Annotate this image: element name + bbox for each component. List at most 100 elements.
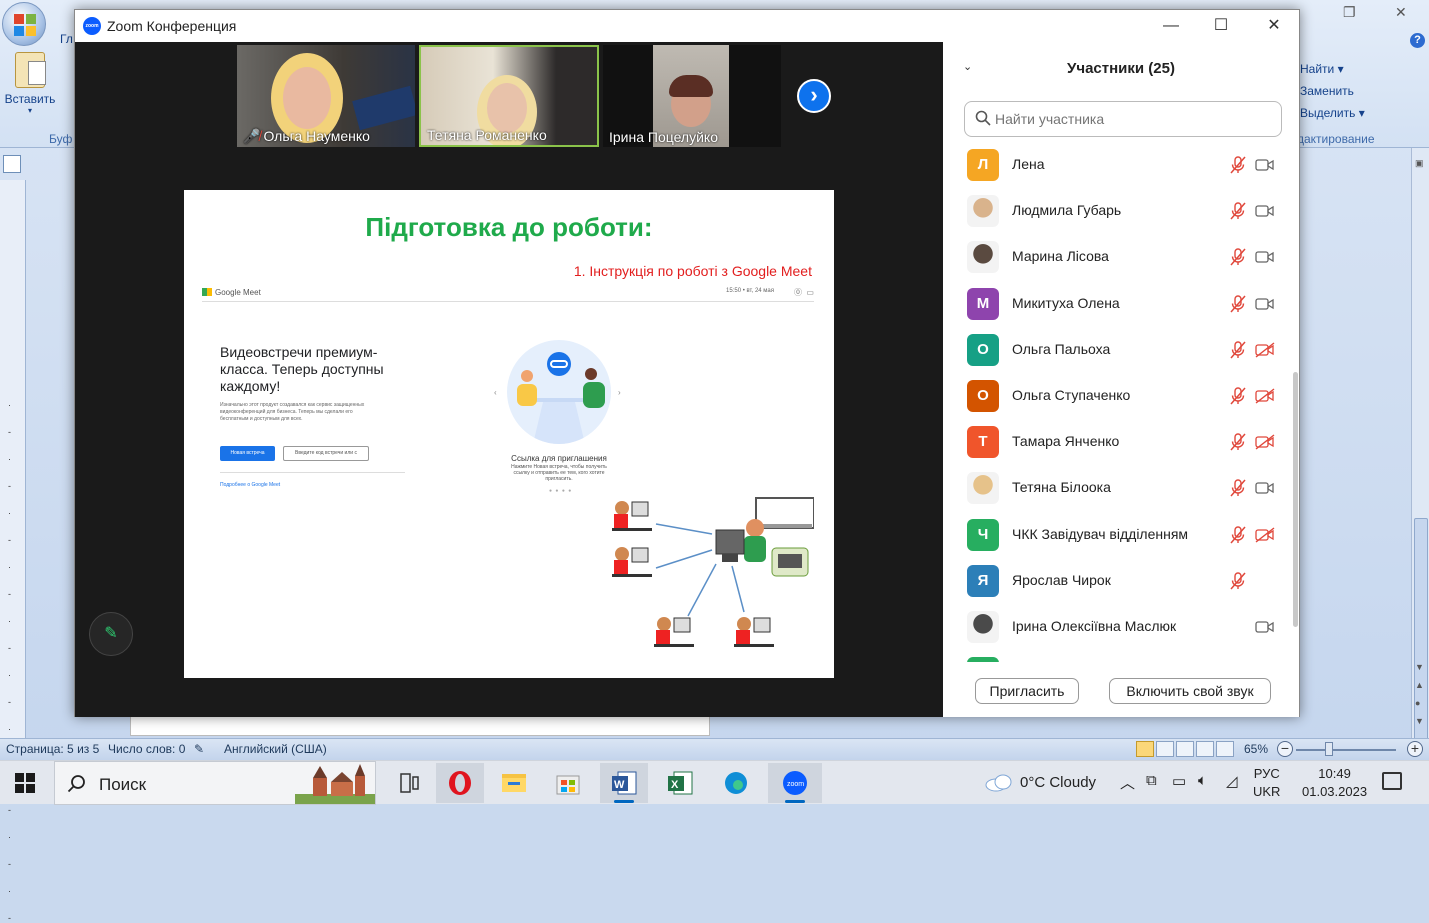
muted-mic-icon[interactable]: [1229, 572, 1247, 590]
video-camera-icon[interactable]: [1255, 249, 1275, 265]
muted-mic-icon[interactable]: [1229, 479, 1247, 497]
clock[interactable]: 10:49 01.03.2023: [1302, 765, 1367, 801]
select-button[interactable]: Выделить ▾: [1300, 102, 1365, 124]
weather-cloud-icon[interactable]: [984, 772, 1014, 792]
student-desk-4: [734, 617, 774, 647]
word-close-icon[interactable]: ✕: [1395, 4, 1407, 21]
maximize-icon[interactable]: ☐: [1198, 14, 1244, 38]
next-page-arrow-icon[interactable]: ›: [797, 79, 831, 113]
weather-text[interactable]: 0°C Cloudy: [1020, 774, 1096, 791]
muted-mic-icon[interactable]: [1229, 248, 1247, 266]
tray-overflow-icon[interactable]: ︿: [1120, 772, 1135, 793]
participant-row[interactable]: Марина Лісова: [943, 234, 1283, 280]
help-icon[interactable]: ?: [1410, 33, 1425, 48]
video-off-icon[interactable]: [1255, 388, 1275, 404]
scroll-down-icon[interactable]: ▼: [1415, 662, 1424, 672]
video-off-icon[interactable]: [1255, 434, 1275, 450]
participant-list-scrollbar[interactable]: [1293, 372, 1298, 627]
edge-icon[interactable]: [712, 763, 760, 803]
next-page-icon[interactable]: ▼: [1415, 716, 1424, 726]
video-tile[interactable]: Ірина Поцелуйко: [603, 45, 781, 147]
office-button[interactable]: [2, 2, 46, 46]
participant-search-box[interactable]: [964, 101, 1282, 137]
video-off-icon[interactable]: [1255, 342, 1275, 358]
ruler-tick: -: [8, 859, 11, 869]
video-camera-icon[interactable]: [1255, 157, 1275, 173]
video-tile[interactable]: 🎤̸ Ольга Науменко: [237, 45, 415, 147]
invite-button[interactable]: Пригласить: [975, 678, 1079, 704]
participant-row[interactable]: О Ольга Пальоха: [943, 327, 1283, 373]
zoom-slider-knob[interactable]: [1325, 742, 1333, 756]
outline-button[interactable]: [1196, 741, 1214, 757]
file-explorer-icon[interactable]: [490, 763, 538, 803]
muted-mic-icon[interactable]: [1229, 202, 1247, 220]
input-language[interactable]: РУС UKR: [1253, 765, 1280, 801]
word-restore-icon[interactable]: ❐: [1343, 4, 1356, 21]
notification-icon[interactable]: [1382, 772, 1402, 790]
replace-button[interactable]: Заменить: [1300, 80, 1365, 102]
participant-avatar: О: [967, 333, 999, 366]
annotate-pencil-icon[interactable]: ✎: [89, 612, 133, 656]
spellcheck-icon[interactable]: ✎: [194, 742, 204, 756]
battery-icon[interactable]: ▭: [1172, 772, 1186, 790]
tab-selector[interactable]: [3, 155, 21, 173]
video-tile-active-speaker[interactable]: Тетяна Романенко: [419, 45, 599, 147]
zoom-level[interactable]: 65%: [1244, 742, 1268, 756]
network-icon[interactable]: ◿: [1226, 772, 1238, 790]
muted-mic-icon[interactable]: [1229, 156, 1247, 174]
volume-icon[interactable]: 🔈︎: [1198, 772, 1207, 789]
muted-mic-icon[interactable]: [1229, 525, 1247, 544]
muted-mic-icon[interactable]: [1229, 433, 1247, 451]
taskbar-search[interactable]: Поиск: [54, 761, 376, 805]
task-view-icon[interactable]: [385, 763, 433, 803]
page-count[interactable]: Страница: 5 из 5: [6, 742, 99, 756]
participant-row[interactable]: М Микитуха Олена: [943, 281, 1283, 327]
web-layout-button[interactable]: [1176, 741, 1194, 757]
microsoft-store-icon[interactable]: [544, 763, 592, 803]
zoom-app-icon[interactable]: zoom: [768, 763, 822, 803]
muted-mic-icon[interactable]: [1229, 294, 1247, 313]
print-layout-button[interactable]: [1136, 741, 1154, 757]
participant-row[interactable]: Т Тамара Янченко: [943, 419, 1283, 465]
word-count[interactable]: Число слов: 0: [108, 742, 185, 756]
windows-start-icon[interactable]: [15, 773, 35, 793]
language-status[interactable]: Английский (США): [224, 742, 327, 756]
prev-page-icon[interactable]: ▲: [1415, 680, 1424, 690]
muted-mic-icon[interactable]: [1229, 387, 1247, 405]
vertical-scrollbar[interactable]: ▣ ▼ ▲ ● ▼: [1411, 148, 1429, 748]
video-off-icon[interactable]: [1255, 527, 1275, 543]
participant-row[interactable]: Людмила Губарь: [943, 188, 1283, 234]
participant-row-partial[interactable]: [943, 650, 1283, 662]
zoom-out-button[interactable]: −: [1277, 741, 1293, 757]
participant-row[interactable]: Л Лена: [943, 142, 1283, 188]
wifi-lock-icon[interactable]: ⧉: [1146, 772, 1157, 789]
video-camera-icon[interactable]: [1255, 296, 1275, 312]
excel-icon[interactable]: X: [656, 763, 704, 803]
participant-row[interactable]: Ч ЧКК Завідувач відділенням: [943, 512, 1283, 558]
close-icon[interactable]: ✕: [1251, 14, 1297, 38]
ruler-toggle-icon[interactable]: ▣: [1415, 158, 1424, 169]
reading-layout-button[interactable]: [1156, 741, 1174, 757]
video-camera-icon[interactable]: [1255, 203, 1275, 219]
zoom-slider[interactable]: [1296, 749, 1396, 751]
browse-object-icon[interactable]: ●: [1415, 698, 1420, 708]
video-camera-icon[interactable]: [1255, 619, 1275, 635]
participant-search-input[interactable]: [995, 108, 1265, 130]
paste-button[interactable]: Вставить ▾: [4, 52, 56, 115]
muted-mic-icon[interactable]: [1229, 341, 1247, 359]
unmute-button[interactable]: Включить свой звук: [1109, 678, 1271, 704]
document-page[interactable]: [130, 716, 710, 736]
word-icon[interactable]: W: [600, 763, 648, 803]
participant-row[interactable]: О Ольга Ступаченко: [943, 373, 1283, 419]
opera-icon[interactable]: [436, 763, 484, 803]
participant-row[interactable]: Ірина Олексіївна Маслюк: [943, 604, 1283, 650]
ribbon-tab-home[interactable]: Гл: [60, 32, 73, 46]
draft-button[interactable]: [1216, 741, 1234, 757]
participant-row[interactable]: Я Ярослав Чирок: [943, 558, 1283, 604]
find-button[interactable]: Найти ▾: [1300, 58, 1365, 80]
participant-row[interactable]: Тетяна Білоока: [943, 465, 1283, 511]
minimize-icon[interactable]: —: [1148, 14, 1194, 38]
video-camera-icon[interactable]: [1255, 480, 1275, 496]
zoom-in-button[interactable]: +: [1407, 741, 1423, 757]
scrollbar-thumb[interactable]: [1414, 518, 1428, 748]
